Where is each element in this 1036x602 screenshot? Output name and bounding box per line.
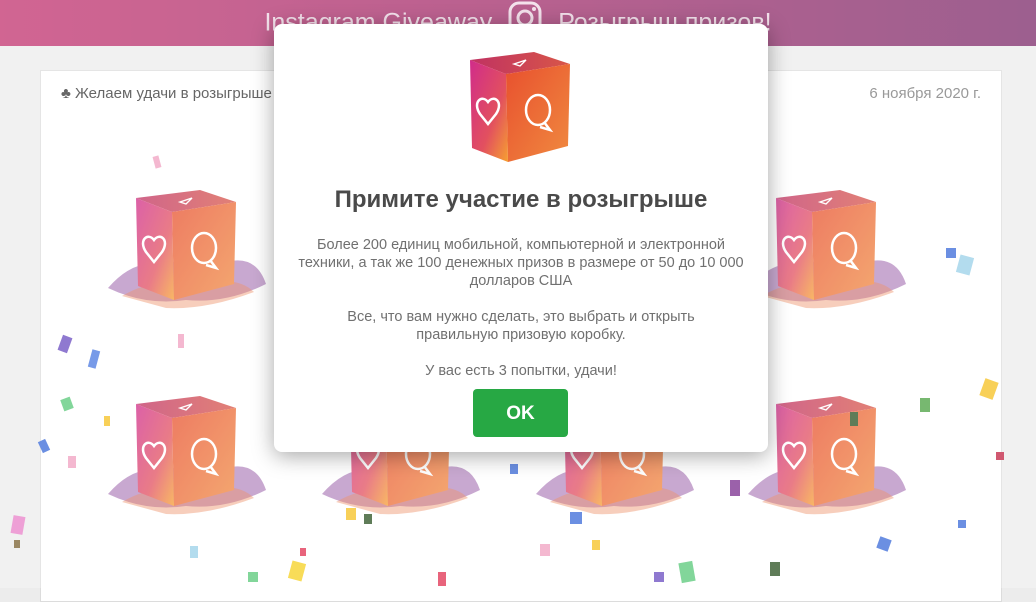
modal-paragraph-3: У вас есть 3 попытки, удачи! (425, 363, 617, 379)
gift-box-icon (470, 52, 570, 162)
modal-title: Примите участие в розыгрыше (334, 186, 708, 213)
intro-modal: Примите участие в розыгрыше Более 200 ед… (274, 24, 768, 452)
modal-paragraph-2: Все, что вам нужно сделать, это выбрать … (347, 309, 695, 343)
ok-button[interactable]: OK (473, 389, 568, 437)
modal-paragraph-1: Более 200 единиц мобильной, компьютерной… (298, 237, 744, 289)
